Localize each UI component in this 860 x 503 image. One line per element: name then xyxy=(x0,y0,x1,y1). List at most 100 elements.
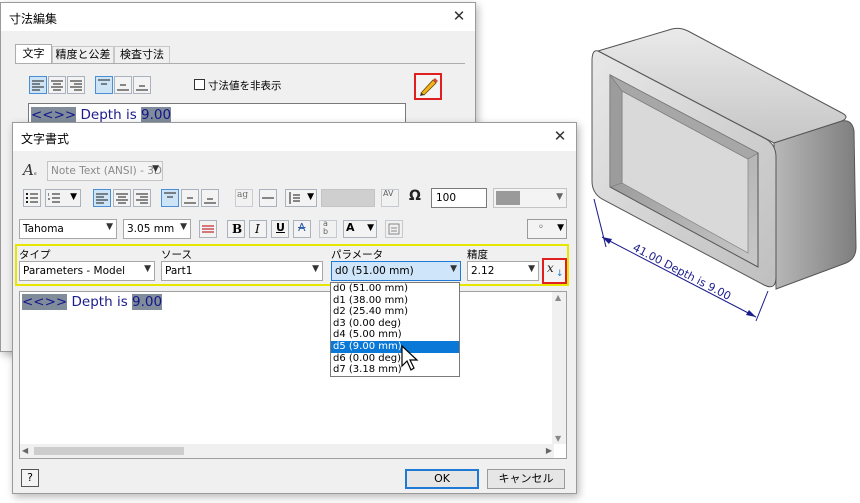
ff-color-select[interactable]: ▼ xyxy=(493,188,567,208)
text-case-icon: ag xyxy=(237,190,249,200)
editor-text-value: 9.00 xyxy=(132,294,163,310)
ff-valign-top-button[interactable] xyxy=(161,189,179,207)
stretch-icon: AV xyxy=(383,189,394,198)
parameter-option[interactable]: d4 (5.00 mm) xyxy=(331,329,459,341)
font-select[interactable]: Tahoma ▼ xyxy=(19,219,117,239)
ff-align-center-button[interactable] xyxy=(113,189,131,207)
editor-horizontal-scrollbar[interactable]: ◀ ▶ xyxy=(20,444,554,458)
italic-button[interactable]: I xyxy=(249,220,267,238)
source-select[interactable]: Part1 ▼ xyxy=(161,261,323,281)
ff-valign-middle-button[interactable] xyxy=(181,189,199,207)
chevron-down-icon: ▼ xyxy=(557,223,564,233)
strikethrough-button[interactable]: A xyxy=(293,220,311,238)
ff-valign-bottom-button[interactable] xyxy=(201,189,219,207)
parameter-label: パラメータ xyxy=(331,249,384,261)
align-left-button[interactable] xyxy=(29,76,47,94)
symbol-button[interactable]: A ▼ xyxy=(343,220,377,238)
parameter-option[interactable]: d7 (3.18 mm) xyxy=(331,364,459,376)
hide-value-label: 寸法値を非表示 xyxy=(208,80,282,92)
text-style-icon: Aₛ xyxy=(23,161,37,179)
symbol-icon: A xyxy=(346,221,355,234)
valign-top-button[interactable] xyxy=(95,76,113,94)
type-select[interactable]: Parameters - Model ▼ xyxy=(19,261,155,281)
parameter-option[interactable]: d3 (0.00 deg) xyxy=(331,318,459,330)
bullet-list-icon xyxy=(26,193,38,203)
hide-value-checkbox[interactable] xyxy=(194,79,205,90)
ff-align-right-button[interactable] xyxy=(133,189,151,207)
horizontal-scroll-thumb[interactable] xyxy=(34,447,184,455)
line-spacing-icon xyxy=(289,192,300,204)
text-format-close-button[interactable]: ✕ xyxy=(548,125,572,147)
tab-text[interactable]: 文字 xyxy=(15,44,52,64)
precision-label: 精度 xyxy=(467,249,488,261)
ff-align-left-button[interactable] xyxy=(93,189,111,207)
bold-button[interactable]: B xyxy=(227,220,245,238)
align-center-button[interactable] xyxy=(48,76,66,94)
valign-top-icon xyxy=(98,79,110,85)
help-button[interactable]: ? xyxy=(21,469,39,487)
scroll-left-icon[interactable]: ◀ xyxy=(22,446,28,455)
text-style-select[interactable]: Note Text (ANSI) - 3D ▼ xyxy=(47,161,163,181)
color-swatch-icon: ◦ xyxy=(538,222,544,233)
editor-vertical-scrollbar[interactable]: ▲ ▼ xyxy=(552,292,566,444)
tab-precision-tolerance[interactable]: 精度と公差 xyxy=(52,46,114,64)
editor-text-content: <<>> Depth is 9.00 xyxy=(22,294,163,310)
cancel-button[interactable]: キャンセル xyxy=(487,469,565,489)
arrow-down-icon: ↓ xyxy=(556,269,564,279)
precision-select[interactable]: 2.12 ▼ xyxy=(467,261,539,281)
box-right-face xyxy=(773,120,857,290)
chevron-down-icon: ▼ xyxy=(556,192,563,202)
stack-icon: ab xyxy=(323,219,329,236)
scroll-down-icon[interactable]: ▼ xyxy=(555,434,561,443)
parameter-option[interactable]: d0 (51.00 mm) xyxy=(331,283,459,295)
text-format-title: 文字書式 xyxy=(21,132,70,146)
chevron-down-icon: ▼ xyxy=(367,223,374,233)
dimension-edit-close-button[interactable]: ✕ xyxy=(447,5,471,27)
valign-middle-button[interactable] xyxy=(114,76,132,94)
text-editor[interactable]: <<>> Depth is 9.00 ▲ ▼ ◀ ▶ xyxy=(19,291,567,459)
parameter-dropdown-list[interactable]: d0 (51.00 mm) d1 (38.00 mm) d2 (25.40 mm) d… xyxy=(330,282,460,377)
chevron-down-icon: ▼ xyxy=(307,192,314,202)
parameter-select[interactable]: d0 (51.00 mm) ▼ xyxy=(331,261,461,281)
dimension-text-content: <<>> Depth is 9.00 xyxy=(31,107,172,123)
ff-stretch-button[interactable]: AV xyxy=(381,189,399,207)
insert-parameter-icon: 𝑥 xyxy=(547,261,554,275)
insert-text-button[interactable] xyxy=(385,220,403,238)
parameter-option[interactable]: d1 (38.00 mm) xyxy=(331,295,459,307)
scroll-right-icon[interactable]: ▶ xyxy=(546,446,552,455)
align-right-button[interactable] xyxy=(67,76,85,94)
stack-text-button[interactable]: ab xyxy=(319,220,337,238)
box-pocket-wall xyxy=(609,74,623,188)
text-layer-button[interactable] xyxy=(199,220,217,238)
insert-text-icon xyxy=(388,223,400,235)
ff-horizontal-rule-button[interactable] xyxy=(259,189,277,207)
bullet-list-button[interactable] xyxy=(23,189,41,207)
text-format-dialog: 文字書式 ✕ Aₛ Note Text (ANSI) - 3D▼ ▼ ag ▼ xyxy=(12,122,577,494)
ff-line-spacing-button[interactable]: ▼ xyxy=(285,189,317,207)
parameter-option[interactable]: d2 (25.40 mm) xyxy=(331,306,459,318)
mouse-cursor-icon xyxy=(401,344,419,371)
ff-spacing-value[interactable] xyxy=(321,189,375,207)
ff-case-button[interactable]: ag xyxy=(235,189,253,207)
pencil-icon xyxy=(420,78,438,96)
width-factor-icon: Ω xyxy=(409,188,421,204)
chevron-down-icon: ▼ xyxy=(70,192,77,202)
underline-button[interactable]: U xyxy=(271,220,289,238)
valign-bottom-button[interactable] xyxy=(133,76,151,94)
edit-text-button[interactable] xyxy=(414,73,442,100)
scroll-up-icon[interactable]: ▲ xyxy=(555,293,561,302)
ff-stretch-input[interactable]: 100 xyxy=(431,188,487,208)
align-left-icon xyxy=(96,193,108,204)
ok-button[interactable]: OK xyxy=(405,469,479,489)
align-center-icon xyxy=(116,193,128,204)
model-view[interactable]: 41.00 Depth is 9.00 xyxy=(580,15,860,335)
text-color-select[interactable]: ◦ ▼ xyxy=(527,219,567,239)
insert-parameter-button[interactable]: 𝑥 ↓ xyxy=(542,258,567,284)
parameter-option[interactable]: d6 (0.00 deg) xyxy=(331,353,459,365)
numbered-list-button[interactable]: ▼ xyxy=(45,189,81,207)
tab-inspection[interactable]: 検査寸法 xyxy=(114,46,170,64)
align-left-icon xyxy=(32,80,44,91)
parameter-option[interactable]: d5 (9.00 mm) xyxy=(331,340,459,353)
dimension-text-middle: Depth is xyxy=(76,107,142,123)
font-size-select[interactable]: 3.05 mm ▼ xyxy=(123,219,191,239)
